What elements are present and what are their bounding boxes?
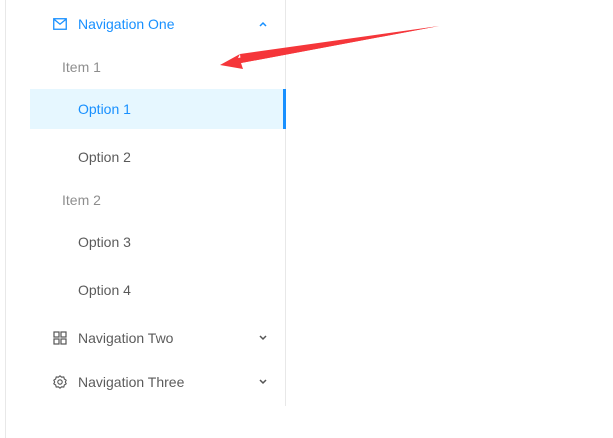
- menu-group-item-2: Item 2: [62, 192, 101, 208]
- mail-icon: [52, 16, 68, 32]
- appstore-icon: [52, 330, 68, 346]
- menu-option-1[interactable]: Option 1: [30, 89, 286, 129]
- submenu-navigation-one-label: Navigation One: [78, 16, 175, 32]
- submenu-navigation-three-label: Navigation Three: [78, 374, 185, 390]
- chevron-up-icon: [257, 18, 269, 30]
- submenu-navigation-one[interactable]: Navigation One: [30, 4, 285, 44]
- menu-option-2[interactable]: Option 2: [30, 137, 285, 177]
- settings-icon: [52, 374, 68, 390]
- chevron-down-icon: [257, 332, 269, 344]
- outer-border: [0, 0, 6, 438]
- menu-option-3-label: Option 3: [78, 234, 131, 250]
- submenu-navigation-two[interactable]: Navigation Two: [30, 318, 285, 358]
- page: Navigation One Item 1 Option 1 Option 2 …: [0, 0, 613, 438]
- menu-option-4[interactable]: Option 4: [30, 270, 285, 310]
- chevron-down-icon: [257, 376, 269, 388]
- menu-option-1-label: Option 1: [78, 101, 131, 117]
- menu-option-2-label: Option 2: [78, 149, 131, 165]
- side-menu: Navigation One Item 1 Option 1 Option 2 …: [30, 0, 286, 406]
- menu-option-3[interactable]: Option 3: [30, 222, 285, 262]
- menu-option-4-label: Option 4: [78, 282, 131, 298]
- menu-group-item-1: Item 1: [62, 59, 101, 75]
- submenu-navigation-two-label: Navigation Two: [78, 330, 174, 346]
- submenu-navigation-three[interactable]: Navigation Three: [30, 362, 285, 402]
